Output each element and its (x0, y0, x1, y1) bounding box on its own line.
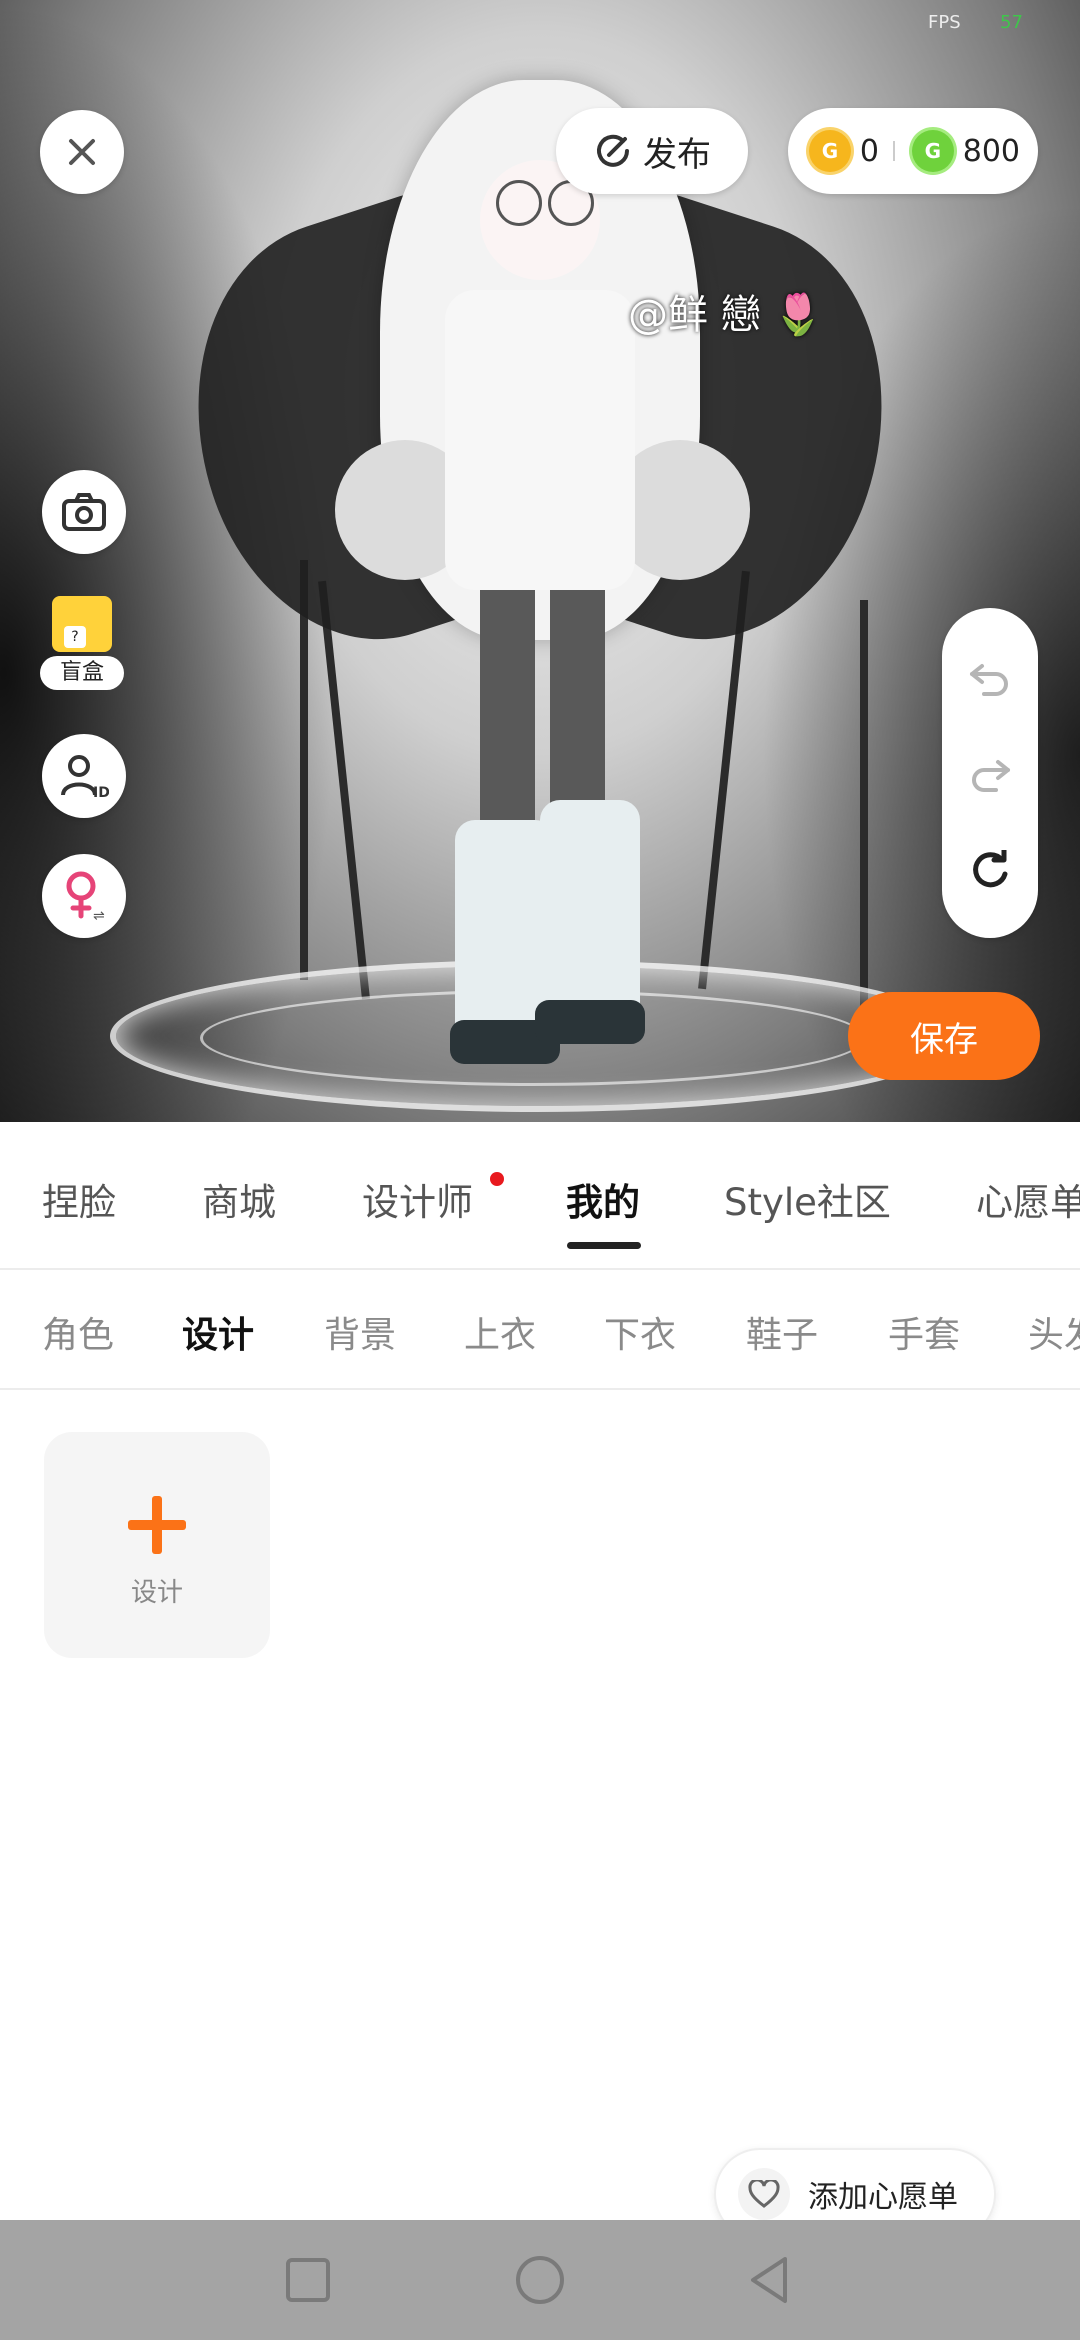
save-button[interactable]: 保存 (848, 992, 1040, 1080)
svg-text:ID: ID (93, 785, 109, 801)
character-leg-left (480, 590, 535, 850)
svg-text:⇌: ⇌ (93, 908, 105, 924)
circle-icon (516, 2256, 564, 2304)
camera-icon (62, 493, 106, 531)
publish-button[interactable]: 发布 (556, 108, 748, 194)
subtab-gloves[interactable]: 手套 (888, 1306, 960, 1358)
currency-balance[interactable]: G 0 G 800 (788, 108, 1038, 194)
gold-coin-value: 0 (859, 133, 879, 169)
user-id-icon: ID (61, 755, 109, 801)
publish-label: 发布 (643, 134, 711, 175)
character-glasses-left (496, 180, 542, 226)
square-icon (286, 2258, 330, 2302)
new-design-label: 设计 (130, 1578, 183, 1608)
gold-coin-icon: G (806, 127, 854, 175)
female-icon: ⇌ (66, 871, 105, 924)
tab-wishlist[interactable]: 心愿单 (976, 1172, 1080, 1226)
redo-icon (972, 760, 1010, 792)
coin-divider (892, 141, 895, 161)
scene-sword (860, 600, 868, 1020)
add-wishlist-label: 添加心愿单 (808, 2180, 958, 2215)
tab-face[interactable]: 捏脸 (42, 1172, 116, 1226)
subtab-design[interactable]: 设计 (182, 1306, 254, 1358)
subtab-top[interactable]: 上衣 (464, 1306, 536, 1358)
reset-button[interactable] (960, 842, 1020, 902)
scene-sword (300, 560, 308, 980)
new-design-card[interactable]: 设计 (44, 1432, 270, 1658)
subtab-character[interactable]: 角色 (42, 1306, 114, 1358)
tab-style-community[interactable]: Style社区 (724, 1172, 891, 1226)
publish-icon (597, 134, 629, 167)
main-tabs: 捏脸 商城 设计师 我的 Style社区 心愿单 (0, 1122, 1080, 1270)
undo-icon (970, 664, 1008, 696)
tab-designer[interactable]: 设计师 (362, 1172, 473, 1226)
character-body (445, 290, 635, 590)
undo-button[interactable] (960, 648, 1020, 708)
reset-icon (973, 850, 1008, 888)
green-coin-icon: G (908, 127, 957, 175)
tab-mine[interactable]: 我的 (566, 1172, 640, 1226)
subtab-bottom[interactable]: 下衣 (604, 1306, 676, 1358)
avatar-id-button[interactable]: ID (42, 734, 126, 818)
camera-button[interactable] (42, 470, 126, 554)
character-boot-sole-right (535, 1000, 645, 1044)
back-button[interactable] (740, 2250, 800, 2310)
recent-apps-button[interactable] (278, 2250, 338, 2310)
blind-box-button[interactable]: ? 盲盒 (40, 596, 124, 692)
subtab-shoes[interactable]: 鞋子 (746, 1306, 818, 1358)
back-triangle-icon (751, 2257, 787, 2303)
system-navigation-bar (0, 2220, 1080, 2340)
plus-icon (128, 1496, 186, 1554)
subtab-hair[interactable]: 头发 (1028, 1306, 1080, 1358)
active-tab-indicator (567, 1242, 641, 1249)
blind-box-question: ? (64, 626, 86, 648)
blind-box-label: 盲盒 (40, 656, 124, 690)
notification-dot (490, 1172, 504, 1186)
close-icon (69, 139, 95, 165)
fps-value: 57 (1000, 12, 1023, 33)
home-button[interactable] (510, 2250, 570, 2310)
redo-button[interactable] (960, 744, 1020, 804)
category-tabs: 角色 设计 背景 上衣 下衣 鞋子 手套 头发 (0, 1270, 1080, 1390)
close-button[interactable] (40, 110, 124, 194)
green-coin-value: 800 (962, 133, 1020, 169)
tab-shop[interactable]: 商城 (202, 1172, 276, 1226)
heart-icon (738, 2168, 790, 2220)
gender-switch-button[interactable]: ⇌ (42, 854, 126, 938)
edit-history-panel (942, 608, 1038, 938)
subtab-background[interactable]: 背景 (324, 1306, 396, 1358)
fps-label: FPS (928, 12, 961, 33)
scene-watermark: @鲜 戀 🌷 (628, 292, 824, 338)
